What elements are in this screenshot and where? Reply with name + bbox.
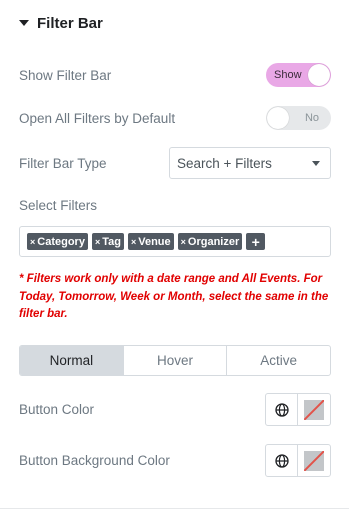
select-filters-label: Select Filters [19, 198, 98, 213]
caret-down-icon [19, 20, 29, 26]
button-bg-color-control [265, 444, 331, 477]
remove-tag-icon[interactable]: × [30, 237, 35, 247]
filter-tag[interactable]: × Organizer [177, 233, 243, 250]
button-color-row: Button Color [19, 393, 331, 426]
open-all-filters-toggle[interactable]: No [266, 106, 331, 130]
open-all-filters-label: Open All Filters by Default [19, 110, 176, 126]
select-value: Search + Filters [177, 155, 272, 171]
globe-icon [274, 453, 289, 468]
tab-hover[interactable]: Hover [124, 346, 228, 375]
toggle-knob [267, 107, 289, 129]
remove-tag-icon[interactable]: × [181, 237, 186, 247]
show-filter-bar-label: Show Filter Bar [19, 67, 112, 83]
tag-label: Organizer [187, 235, 240, 248]
toggle-knob [308, 64, 330, 86]
toggle-text: Show [274, 69, 302, 81]
toggle-text: No [304, 112, 319, 124]
remove-tag-icon[interactable]: × [95, 237, 100, 247]
state-tabs: Normal Hover Active [19, 345, 331, 376]
open-all-filters-row: Open All Filters by Default No [19, 106, 331, 130]
divider [0, 508, 349, 509]
tag-label: Category [37, 235, 85, 248]
filters-note: * Filters work only with a date range an… [19, 273, 329, 320]
filter-tag[interactable]: × Venue [127, 233, 174, 250]
filter-tag[interactable]: × Category [27, 233, 88, 250]
filter-tag[interactable]: × Tag [91, 233, 124, 250]
filter-bar-panel: Filter Bar Show Filter Bar Show Open All… [0, 0, 349, 511]
button-color-label: Button Color [19, 402, 95, 417]
chevron-down-icon [312, 160, 320, 166]
button-bg-color-row: Button Background Color [19, 444, 331, 477]
tag-label: Tag [102, 235, 121, 248]
section-header[interactable]: Filter Bar [19, 13, 103, 33]
select-filters-input[interactable]: × Category × Tag × Venue × Organizer + [19, 226, 331, 257]
show-filter-bar-row: Show Filter Bar Show [19, 63, 331, 87]
section-title: Filter Bar [37, 14, 103, 32]
no-color-swatch-icon [304, 450, 324, 471]
button-bg-color-label: Button Background Color [19, 453, 170, 468]
tag-label: Venue [138, 235, 171, 248]
add-tag-icon[interactable]: + [246, 233, 266, 250]
tab-normal[interactable]: Normal [20, 346, 124, 375]
filter-bar-type-label: Filter Bar Type [19, 155, 107, 171]
no-color-swatch-icon [304, 399, 324, 420]
color-picker-button[interactable] [298, 445, 330, 476]
tab-active[interactable]: Active [227, 346, 330, 375]
select-filters-row: Select Filters [19, 198, 331, 213]
globe-icon [274, 402, 289, 417]
remove-tag-icon[interactable]: × [131, 237, 136, 247]
filter-bar-type-select[interactable]: Search + Filters [169, 147, 331, 179]
button-color-control [265, 393, 331, 426]
show-filter-bar-toggle[interactable]: Show [266, 63, 331, 87]
filter-bar-type-row: Filter Bar Type Search + Filters [19, 147, 331, 179]
global-colors-button[interactable] [266, 394, 299, 425]
global-colors-button[interactable] [266, 445, 299, 476]
color-picker-button[interactable] [298, 394, 330, 425]
